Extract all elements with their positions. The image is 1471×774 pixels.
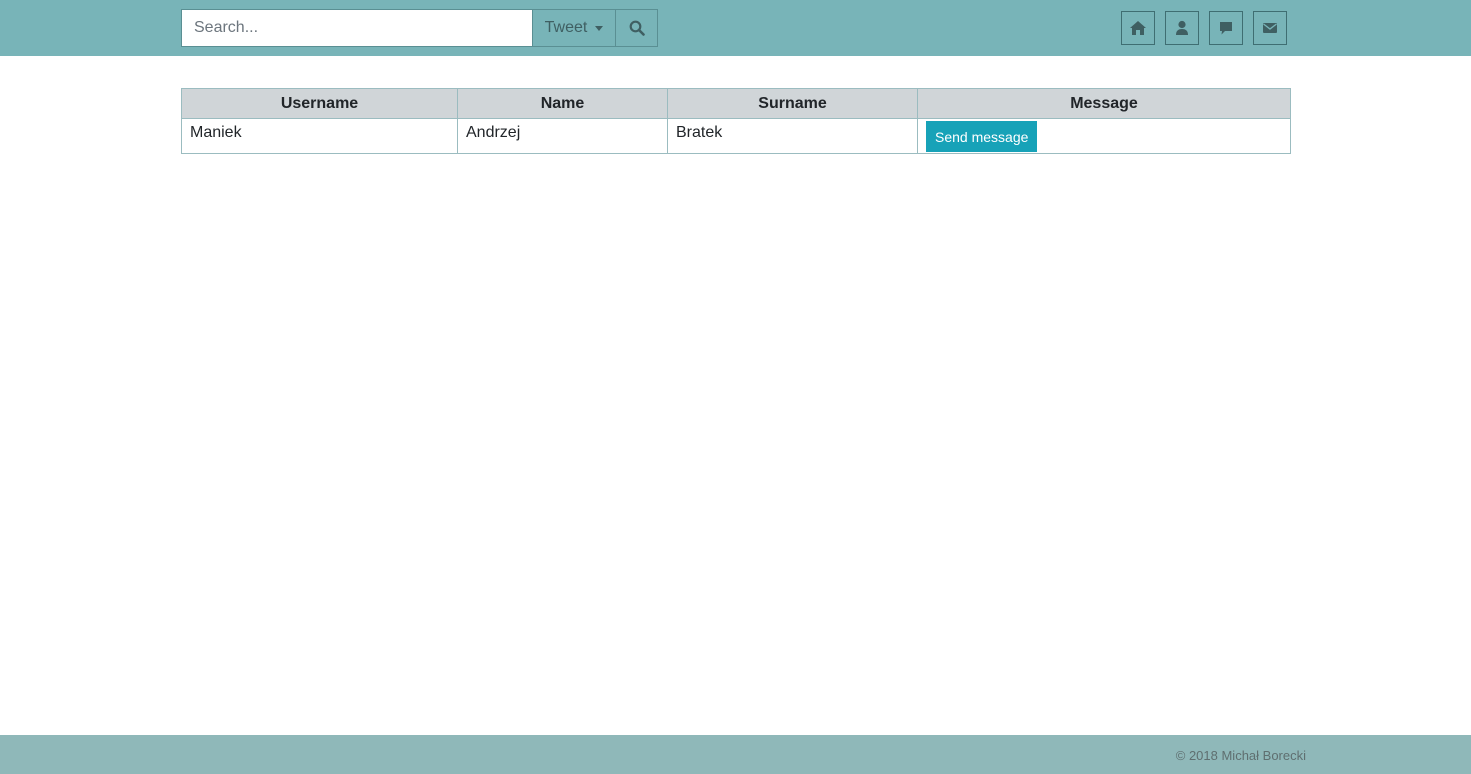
name-text: Andrzej [466, 124, 521, 141]
tweet-dropdown-label: Tweet [544, 19, 588, 36]
column-header-username: Username [181, 88, 458, 119]
envelope-icon [1263, 23, 1277, 33]
table-header-row: Username Name Surname Message [181, 88, 1291, 119]
search-icon [629, 20, 645, 36]
column-header-surname: Surname [667, 88, 918, 119]
surname-text: Bratek [676, 124, 723, 141]
home-button[interactable] [1121, 11, 1155, 45]
username-text: Maniek [190, 124, 242, 141]
footer-copyright: © 2018 Michał Borecki [1175, 748, 1306, 763]
cell-name: Andrzej [457, 118, 668, 154]
users-table: Username Name Surname Message Maniek And… [181, 88, 1291, 154]
messages-button[interactable] [1253, 11, 1287, 45]
user-icon [1176, 20, 1188, 35]
nav-icon-group [1121, 11, 1287, 45]
column-header-name: Name [457, 88, 668, 119]
comment-icon [1220, 22, 1232, 35]
table-row: Maniek Andrzej Bratek Send message [181, 118, 1291, 154]
caret-down-icon [595, 25, 604, 31]
cell-username: Maniek [181, 118, 458, 154]
tweet-dropdown[interactable]: Tweet [532, 9, 616, 47]
cell-message: Send message [917, 118, 1291, 154]
search-button[interactable] [616, 9, 658, 47]
send-message-button[interactable]: Send message [926, 121, 1038, 152]
profile-button[interactable] [1165, 11, 1199, 45]
column-header-message: Message [917, 88, 1291, 119]
main-content: Username Name Surname Message Maniek And… [181, 88, 1291, 154]
cell-surname: Bratek [667, 118, 918, 154]
search-group: Tweet [181, 9, 658, 47]
top-navbar: Tweet [0, 0, 1471, 56]
footer: © 2018 Michał Borecki [0, 735, 1471, 774]
comments-button[interactable] [1209, 11, 1243, 45]
search-input[interactable] [181, 9, 532, 47]
home-icon [1130, 21, 1146, 35]
